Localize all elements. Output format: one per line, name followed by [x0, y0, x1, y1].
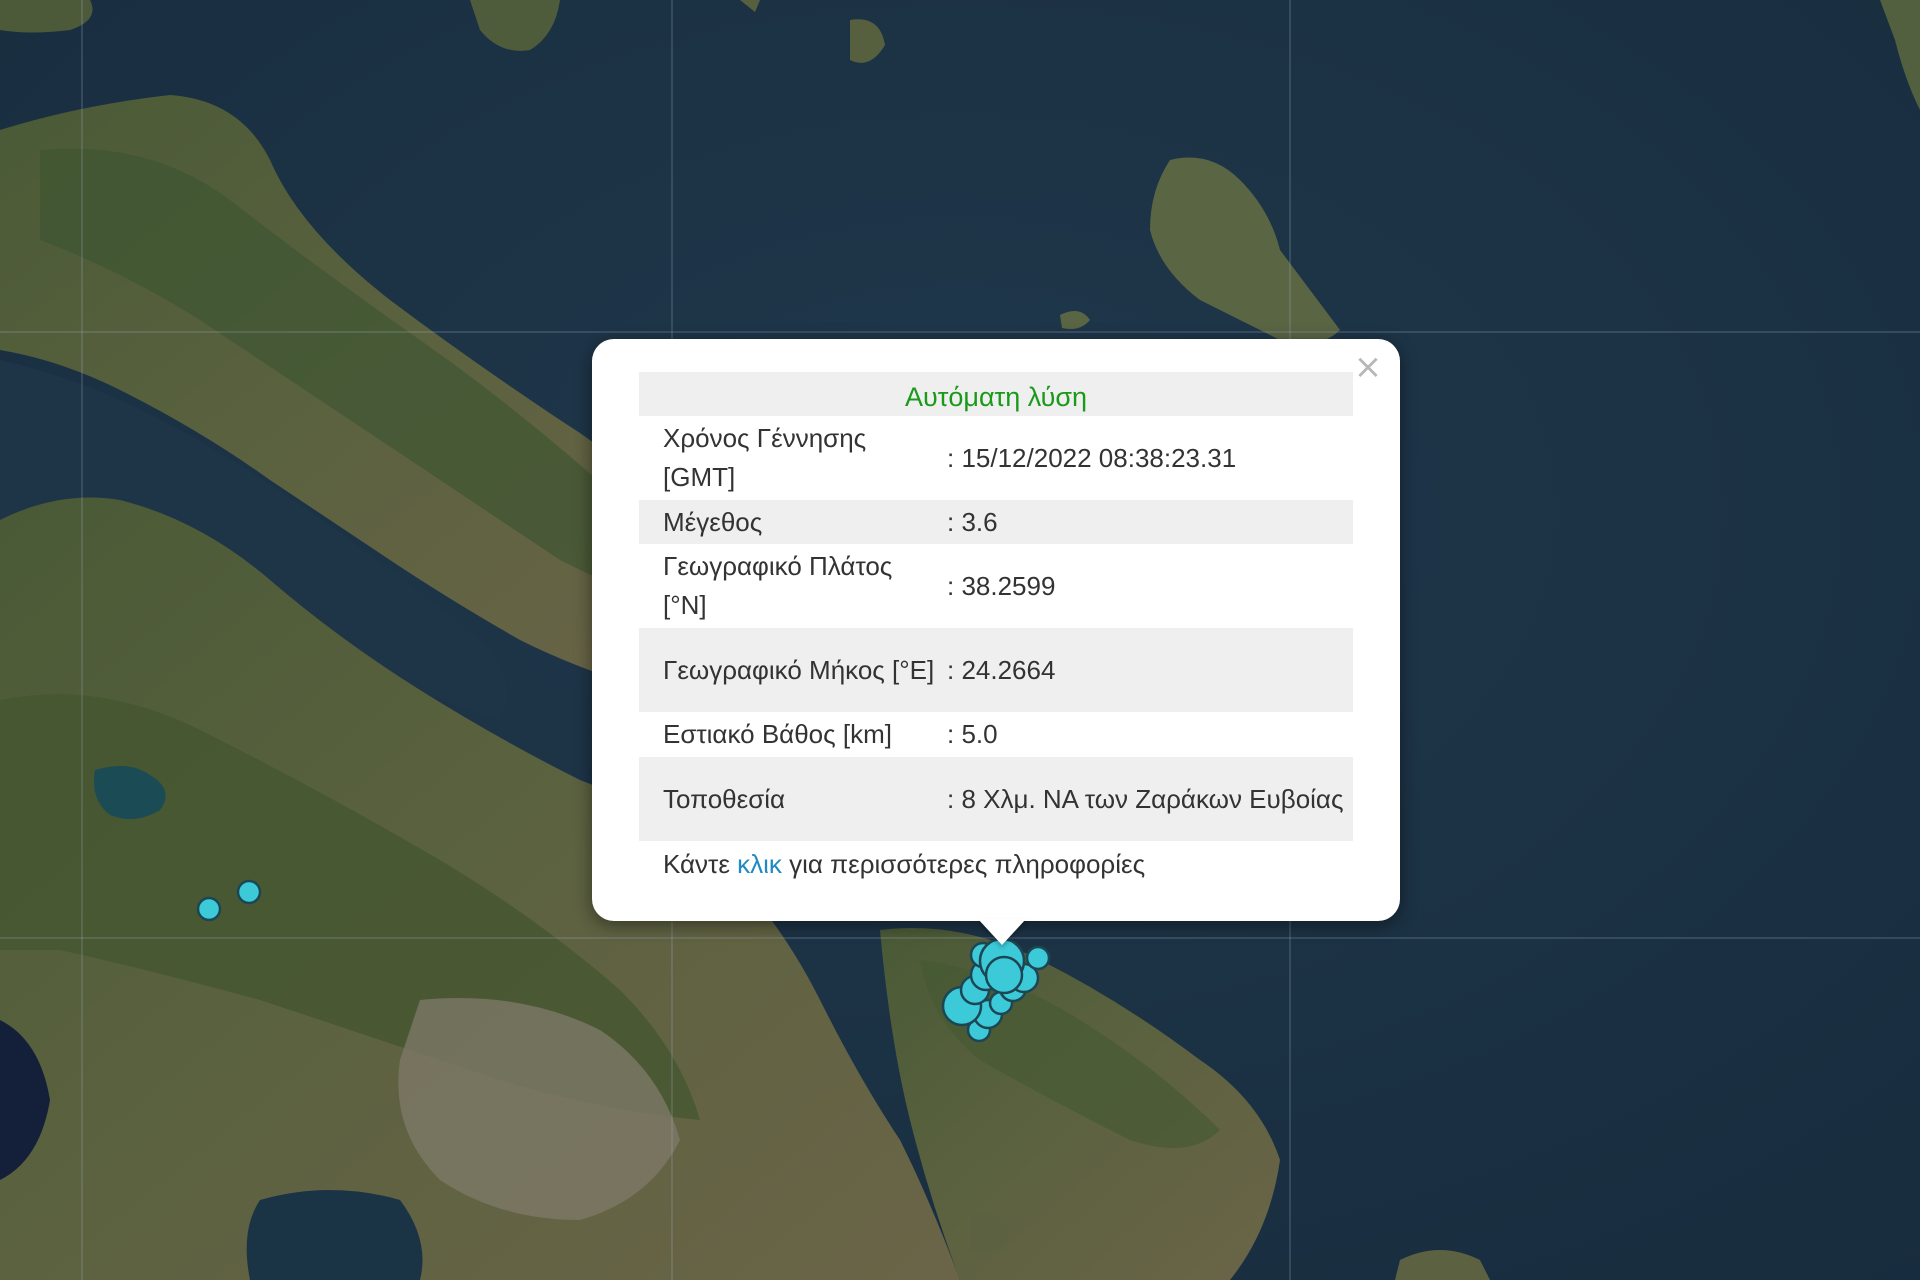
footer-text-after: για περισσότερες πληροφορίες: [781, 849, 1146, 879]
earthquake-marker: [196, 896, 222, 922]
info-label: Χρόνος Γέννησης [GMT]: [663, 423, 867, 492]
earthquake-info-popup: × Αυτόματη λύση Χρόνος Γέννησης [GMT] : …: [592, 339, 1400, 921]
info-row-location: Τοποθεσία : 8 Χλμ. ΝΑ των Ζαράκων Ευβοία…: [639, 757, 1353, 841]
close-icon[interactable]: ×: [1350, 349, 1386, 385]
popup-pointer: [978, 919, 1026, 945]
info-row-magnitude: Μέγεθος : 3.6: [639, 500, 1353, 544]
info-label: Γεωγραφικό Πλάτος [°N]: [663, 551, 893, 620]
popup-content: Αυτόματη λύση Χρόνος Γέννησης [GMT] : 15…: [639, 372, 1353, 887]
info-value: : 15/12/2022 08:38:23.31: [947, 442, 1237, 473]
info-value: : 38.2599: [947, 570, 1056, 601]
earthquake-marker: [1025, 945, 1051, 971]
info-label: Γεωγραφικό Μήκος [°E]: [663, 654, 935, 685]
info-label: Τοποθεσία: [663, 783, 786, 814]
info-row-origin-time: Χρόνος Γέννησης [GMT] : 15/12/2022 08:38…: [639, 416, 1353, 500]
footer-text-before: Κάντε: [663, 849, 738, 879]
info-row-depth: Εστιακό Βάθος [km] : 5.0: [639, 712, 1353, 757]
info-label: Μέγεθος: [663, 506, 763, 537]
info-value: : 3.6: [947, 506, 998, 537]
more-info-text: Κάντε κλικ για περισσότερες πληροφορίες: [639, 841, 1353, 887]
earthquake-marker: [984, 955, 1024, 995]
info-value: : 24.2664: [947, 654, 1056, 685]
bay-south: [246, 1190, 423, 1280]
solution-title: Αυτόματη λύση: [639, 372, 1353, 416]
info-row-longitude: Γεωγραφικό Μήκος [°E] : 24.2664: [639, 628, 1353, 712]
info-row-latitude: Γεωγραφικό Πλάτος [°N] : 38.2599: [639, 544, 1353, 628]
more-info-link[interactable]: κλικ: [737, 849, 782, 879]
info-value: : 8 Χλμ. ΝΑ των Ζαράκων Ευβοίας: [947, 783, 1344, 814]
info-value: : 5.0: [947, 719, 998, 749]
info-label: Εστιακό Βάθος [km]: [663, 719, 892, 749]
earthquake-marker: [236, 879, 262, 905]
